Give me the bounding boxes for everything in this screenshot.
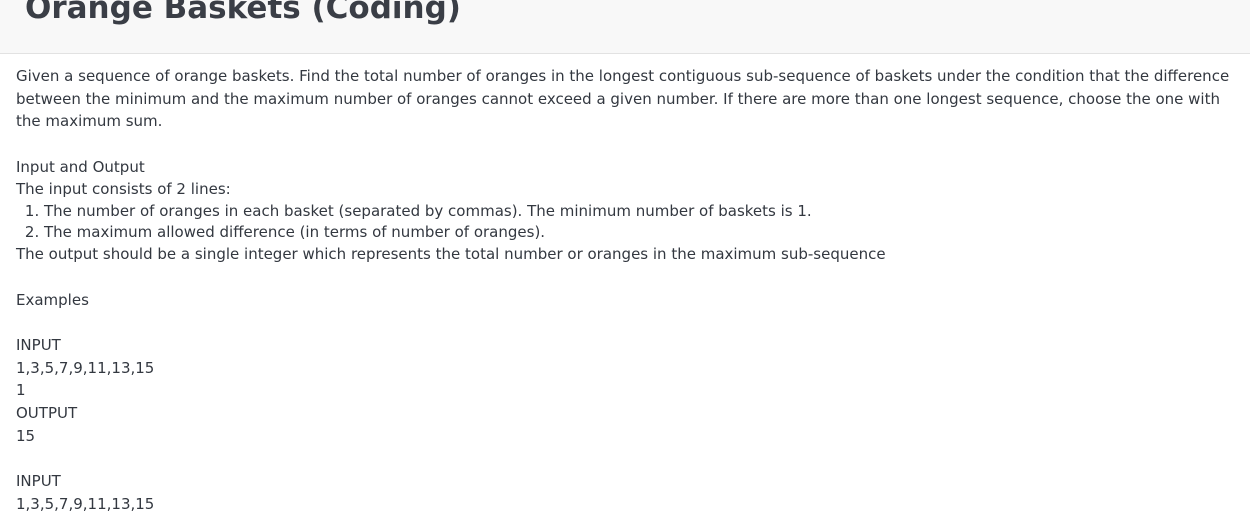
page-header: Orange Baskets (Coding)	[0, 0, 1250, 54]
problem-content: Given a sequence of orange baskets. Find…	[16, 65, 1234, 515]
examples-heading: Examples	[16, 290, 89, 309]
example-2: INPUT 1,3,5,7,9,11,13,15	[16, 470, 1234, 515]
example-input-label: INPUT	[16, 336, 61, 355]
problem-page: Orange Baskets (Coding) Given a sequence…	[0, 0, 1250, 518]
example-input-label: INPUT	[16, 472, 61, 491]
example-input-line: 1	[16, 381, 26, 400]
input-intro: The input consists of 2 lines:	[16, 180, 231, 199]
example-input-line: 1,3,5,7,9,11,13,15	[16, 358, 155, 377]
example-input-line: 1,3,5,7,9,11,13,15	[16, 494, 155, 513]
problem-description: Given a sequence of orange baskets. Find…	[16, 67, 1230, 131]
list-item: The maximum allowed difference (in terms…	[44, 222, 1234, 243]
io-heading: Input and Output	[16, 157, 145, 176]
example-output-value: 15	[16, 426, 36, 445]
output-description: The output should be a single integer wh…	[16, 244, 886, 263]
input-lines-list: The number of oranges in each basket (se…	[16, 201, 1234, 243]
list-item: The number of oranges in each basket (se…	[44, 201, 1234, 222]
example-1: INPUT 1,3,5,7,9,11,13,15 1 OUTPUT 15	[16, 334, 1234, 447]
page-title: Orange Baskets (Coding)	[25, 0, 461, 26]
example-output-label: OUTPUT	[16, 403, 78, 422]
